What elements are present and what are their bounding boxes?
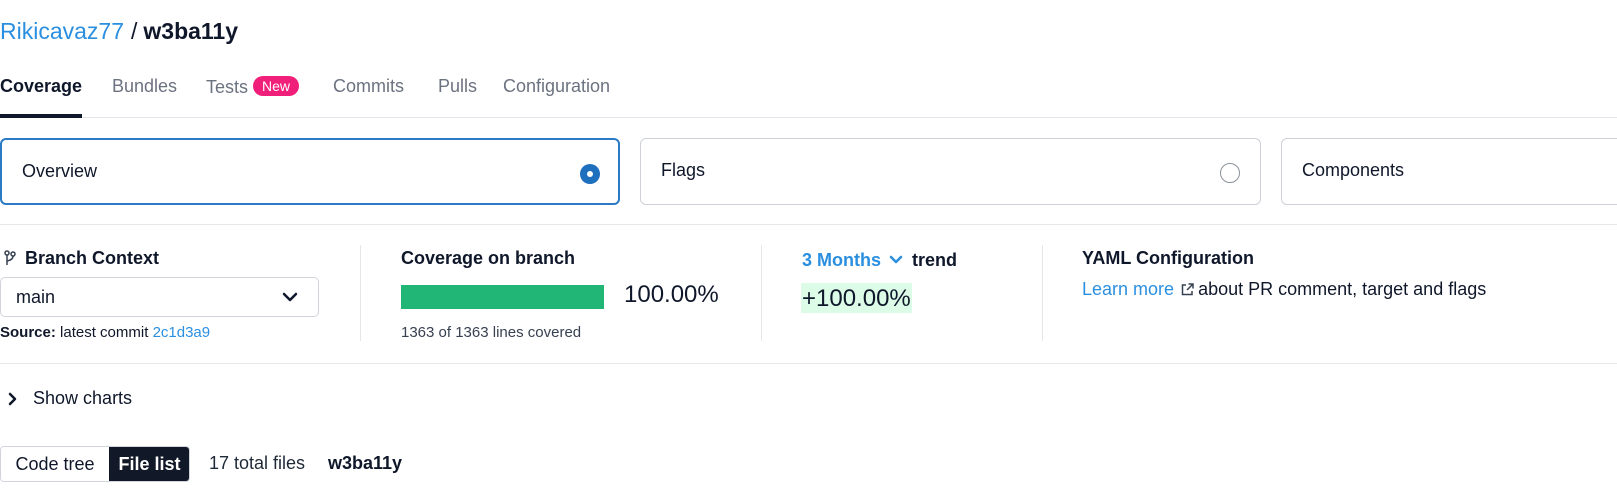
overview-radio[interactable] — [580, 164, 600, 184]
commit-link[interactable]: 2c1d3a9 — [153, 324, 211, 341]
branch-select[interactable]: main — [0, 277, 319, 317]
yaml-rest-text: about PR comment, target and flags — [1198, 279, 1487, 299]
components-option-label: Components — [1302, 160, 1405, 180]
tab-bundles[interactable]: Bundles — [112, 70, 177, 117]
summary-bottom-divider — [0, 363, 1617, 364]
flags-option[interactable]: Flags — [640, 138, 1261, 205]
chevron-down-icon — [282, 290, 298, 308]
trend-period-select[interactable]: 3 Months — [802, 250, 908, 270]
show-charts-toggle[interactable]: Show charts — [8, 388, 132, 409]
branch-context-title: Branch Context — [25, 248, 160, 268]
yaml-title: YAML Configuration — [1082, 248, 1254, 268]
chevron-down-icon — [886, 250, 908, 270]
overview-option-label: Overview — [22, 161, 98, 181]
summary-divider-1 — [360, 245, 361, 341]
file-view-toggle: Code tree File list — [0, 446, 190, 482]
trend-period-label: 3 Months — [802, 250, 881, 270]
breadcrumb-separator: / — [131, 18, 138, 44]
summary-divider-2 — [761, 245, 762, 341]
source-text: latest commit — [60, 324, 149, 341]
flags-option-label: Flags — [661, 160, 706, 180]
new-badge: New — [253, 76, 300, 96]
file-list-repo-name: w3ba11y — [328, 453, 403, 473]
branch-select-value: main — [16, 287, 56, 307]
flags-radio[interactable] — [1220, 163, 1240, 183]
tab-pulls[interactable]: Pulls — [438, 70, 477, 117]
yaml-description: Learn more about PR comment, target and … — [1082, 279, 1486, 302]
tab-coverage[interactable]: Coverage — [0, 70, 83, 118]
coverage-progress-bar — [401, 285, 604, 309]
file-list-button[interactable]: File list — [109, 447, 189, 481]
trend-label: trend — [912, 250, 958, 270]
breadcrumb-repo: w3ba11y — [143, 18, 239, 44]
chevron-right-icon — [8, 388, 33, 408]
repo-coverage-page: Rikicavaz77/w3ba11y Coverage Bundles Tes… — [0, 0, 1617, 493]
git-branch-icon — [4, 250, 16, 271]
coverage-percent: 100.00% — [624, 281, 719, 308]
breadcrumb: Rikicavaz77 /w3ba11y — [0, 15, 238, 47]
breadcrumb-owner-link[interactable]: Rikicavaz77 — [0, 18, 124, 44]
coverage-title: Coverage on branch — [401, 248, 576, 268]
overview-option[interactable]: Overview — [0, 138, 620, 205]
components-option[interactable]: Components — [1281, 138, 1617, 205]
branch-source: Source: latest commit 2c1d3a9 — [0, 324, 210, 341]
trend-value: +100.00% — [801, 283, 912, 313]
total-files-count: 17 total files — [209, 453, 306, 473]
trend-header: 3 Months trend — [802, 250, 957, 271]
summary-divider-3 — [1042, 245, 1043, 341]
repo-tabs: Coverage Bundles Tests New Commits Pulls … — [0, 70, 1617, 118]
show-charts-label: Show charts — [33, 388, 133, 408]
tab-configuration[interactable]: Configuration — [503, 70, 610, 117]
summary-top-divider — [0, 224, 1617, 225]
tab-tests-label: Tests — [206, 77, 249, 97]
code-tree-button[interactable]: Code tree — [1, 447, 109, 481]
tab-commits[interactable]: Commits — [333, 70, 404, 117]
external-link-icon — [1180, 281, 1195, 302]
coverage-lines: 1363 of 1363 lines covered — [401, 324, 582, 341]
learn-more-link[interactable]: Learn more — [1082, 279, 1174, 299]
tab-tests[interactable]: Tests New — [206, 70, 300, 117]
coverage-progress-fill — [401, 285, 604, 309]
source-label: Source: — [0, 324, 56, 341]
